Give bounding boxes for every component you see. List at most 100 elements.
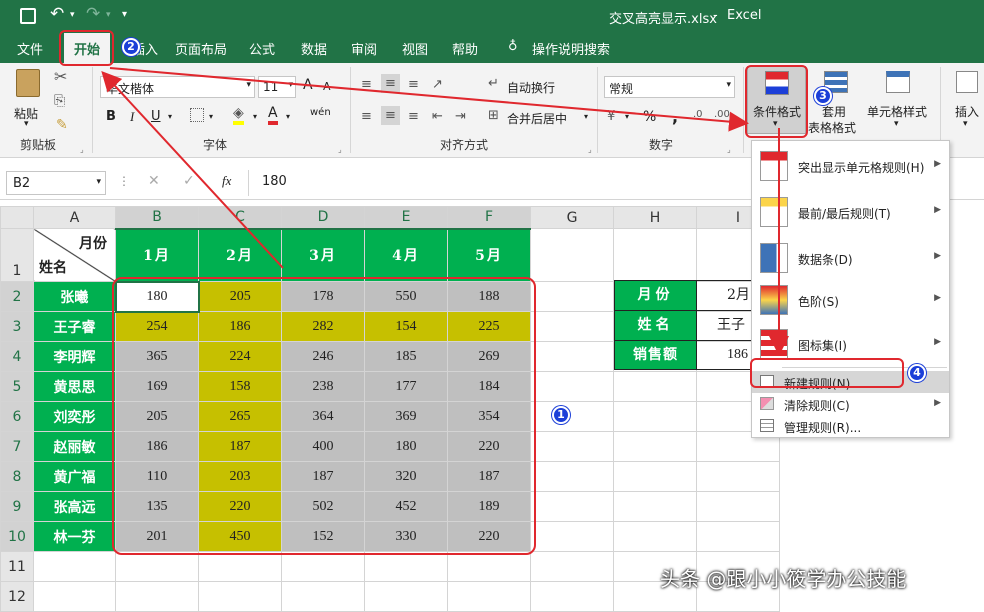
cell[interactable] [530,551,614,582]
name-cell[interactable]: 张曦 [33,281,116,312]
cell[interactable] [530,281,614,312]
redo-icon[interactable]: ↷ [86,4,100,24]
lookup-value-month[interactable]: 2月 [696,280,756,311]
tab-view[interactable]: 视图 [402,39,428,58]
underline-dropdown-icon[interactable]: ▾ [168,112,172,121]
cell[interactable] [530,371,614,402]
comma-button[interactable]: , [672,107,678,126]
cell[interactable] [115,581,199,612]
cell[interactable] [613,401,697,432]
month-header[interactable]: 3月 [281,228,365,282]
row-header[interactable]: 5 [0,371,34,402]
cell[interactable] [613,491,697,522]
menu-item-top-bottom-rules[interactable]: 最前/最后规则(T) ▶ [752,191,949,233]
cell[interactable] [530,228,614,282]
lookup-value-name[interactable]: 王子 [696,310,756,341]
cell[interactable] [530,581,614,612]
row-header[interactable]: 8 [0,461,34,492]
cell[interactable] [613,228,697,282]
cell[interactable] [281,551,365,582]
month-header[interactable]: 1月 [115,228,199,282]
row-header[interactable]: 7 [0,431,34,462]
cell[interactable] [696,521,780,552]
diagonal-header-cell[interactable]: 月份 姓名 [33,228,116,282]
cell[interactable] [447,551,531,582]
align-middle-icon[interactable]: ≡ [381,74,400,93]
cancel-icon[interactable]: ✕ [148,173,160,189]
cell[interactable] [613,431,697,462]
cell[interactable] [613,521,697,552]
decrease-indent-icon[interactable]: ⇤ [432,109,443,124]
number-format-box[interactable]: 常规 ▾ [604,76,735,98]
cell[interactable] [530,491,614,522]
lookup-value-sales[interactable]: 186 [696,340,756,370]
column-header[interactable]: C [198,206,282,230]
undo-dropdown-icon[interactable]: ▾ [70,10,75,20]
wrap-text-icon[interactable]: ↵ [488,76,499,91]
font-size-box[interactable]: 11 ▾ [258,76,296,98]
lookup-label-sales[interactable]: 销售额 [614,340,697,370]
save-icon[interactable] [20,8,36,24]
grow-font-button[interactable]: A [303,77,313,93]
menu-item-clear-rules[interactable]: 清除规则(C) ▶ [752,393,949,415]
italic-button[interactable]: I [130,109,134,125]
cell[interactable] [696,461,780,492]
dialog-launcher-icon[interactable]: ⌟ [338,145,342,154]
cell[interactable] [198,581,282,612]
align-left-icon[interactable]: ≡ [361,109,372,124]
row-header[interactable]: 9 [0,491,34,522]
row-header[interactable]: 11 [0,551,34,582]
currency-dropdown-icon[interactable]: ▾ [625,112,629,121]
cell[interactable] [530,401,614,432]
name-cell[interactable]: 赵丽敏 [33,431,116,462]
row-header[interactable]: 1 [0,228,34,282]
insert-cells-button[interactable]: 插入 ▾ [950,67,984,137]
customize-qat-icon[interactable]: ▾ [122,9,127,20]
month-header[interactable]: 5月 [447,228,531,282]
month-header[interactable]: 4月 [364,228,448,282]
merge-center-icon[interactable]: ⊞ [488,108,499,123]
cell[interactable] [447,581,531,612]
phonetic-button[interactable]: wén [310,107,331,118]
orientation-icon[interactable]: ↗ [432,77,443,92]
dialog-launcher-icon[interactable]: ⌟ [727,145,731,154]
column-header[interactable]: E [364,206,448,230]
name-cell[interactable]: 黄广福 [33,461,116,492]
row-header[interactable]: 6 [0,401,34,432]
name-cell[interactable]: 李明辉 [33,341,116,372]
cell-styles-button[interactable]: 单元格样式 ▾ [866,67,932,137]
paste-button[interactable]: 粘贴 ▾ [10,69,48,131]
tab-page-layout[interactable]: 页面布局 [175,39,227,58]
tab-review[interactable]: 审阅 [351,39,377,58]
cell[interactable] [198,551,282,582]
align-bottom-icon[interactable]: ≡ [408,77,419,92]
cell[interactable] [530,311,614,342]
shrink-font-button[interactable]: A [323,80,331,93]
align-top-icon[interactable]: ≡ [361,77,372,92]
cell[interactable] [530,521,614,552]
tab-help[interactable]: 帮助 [452,39,478,58]
font-name-box[interactable]: 华文楷体 ▾ [100,76,255,98]
enter-icon[interactable]: ✓ [183,173,195,189]
cell[interactable] [613,371,697,402]
undo-icon[interactable]: ↶ [50,4,64,24]
cell[interactable] [33,581,116,612]
increase-decimal-icon[interactable]: .0 [693,109,703,120]
borders-dropdown-icon[interactable]: ▾ [209,112,213,121]
font-color-button[interactable]: A [268,105,278,125]
column-header[interactable]: B [115,206,199,230]
column-header[interactable]: D [281,206,365,230]
menu-item-highlight-rules[interactable]: 突出显示单元格规则(H) ▶ [752,145,949,187]
tab-formulas[interactable]: 公式 [249,39,275,58]
row-header[interactable]: 4 [0,341,34,372]
name-box[interactable]: B2 ▾ [6,171,106,195]
cell[interactable] [530,341,614,372]
row-header[interactable]: 10 [0,521,34,552]
row-header[interactable]: 2 [0,281,34,312]
name-cell[interactable]: 林一芬 [33,521,116,552]
underline-button[interactable]: U [151,109,161,124]
borders-icon[interactable] [190,108,204,122]
more-options-icon[interactable]: ⋮ [118,174,130,188]
merge-center-button[interactable]: 合并后居中 [507,110,567,127]
insert-function-button[interactable]: fx [222,173,231,189]
